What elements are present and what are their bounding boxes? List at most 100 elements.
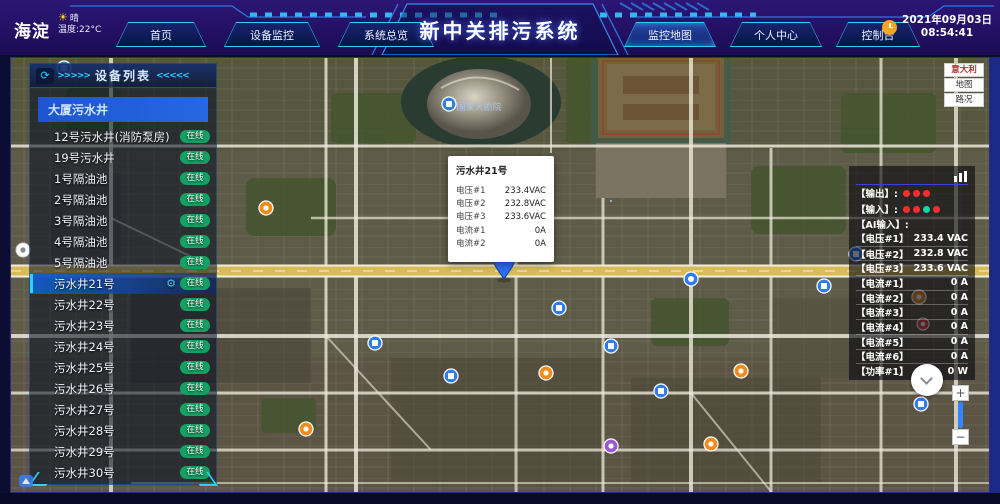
gear-icon[interactable]: ⚙	[166, 277, 176, 290]
device-list-item[interactable]: 3号隔油池 ⚙ 在线	[30, 210, 216, 231]
telemetry-panel: 【输出】:【输入】: 【AI输入】: 【电压#1】 233.4 VAC 【电压#…	[849, 166, 975, 380]
nav-personal-center-button[interactable]: 个人中心	[730, 22, 822, 47]
popup-title: 污水井21号	[456, 163, 546, 177]
status-badge: 在线	[180, 403, 210, 416]
status-badge: 在线	[180, 235, 210, 248]
panel-io-rows: 【输出】:【输入】:	[856, 185, 968, 217]
bottom-bar	[0, 493, 1000, 504]
popup-row-value: 233.6VAC	[505, 211, 546, 224]
map-landmark-label: 国家大剧院	[456, 101, 501, 113]
device-list-title: 设备列表	[95, 67, 151, 84]
telemetry-value: 233.6 VAC	[914, 263, 968, 274]
device-list-panel: >>>>> 设备列表 <<<<< ⟳ 大厦污水井 12号污水井(消防泵房) ⚙ …	[29, 63, 217, 485]
map-provider-logo	[19, 475, 33, 487]
telemetry-value: 0 A	[951, 351, 968, 362]
zoom-in-button[interactable]: +	[952, 385, 969, 401]
device-list-header: >>>>> 设备列表 <<<<<	[30, 64, 216, 88]
status-badge: 在线	[180, 256, 210, 269]
traffic-button[interactable]: 路况	[944, 93, 984, 107]
telemetry-label: 【电流#5】	[856, 335, 909, 349]
telemetry-value: 0 A	[951, 336, 968, 347]
telemetry-row: 【电压#1】 233.4 VAC	[856, 231, 968, 246]
popup-row: 电压#1 233.4VAC	[456, 185, 546, 198]
io-label: 【输入】:	[856, 202, 898, 216]
telemetry-row: 【电流#3】 0 A	[856, 304, 968, 319]
device-list-item[interactable]: 污水井22号 ⚙ 在线	[30, 294, 216, 315]
telemetry-value: 0 A	[951, 277, 968, 288]
status-dot-green	[923, 206, 930, 213]
status-badge: 在线	[180, 445, 210, 458]
status-badge: 在线	[180, 319, 210, 332]
status-dot-red	[923, 190, 930, 197]
device-list-item[interactable]: 2号隔油池 ⚙ 在线	[30, 189, 216, 210]
bar-chart-icon[interactable]	[954, 171, 968, 182]
device-label: 污水井22号	[54, 297, 180, 313]
device-list-item[interactable]: 12号污水井(消防泵房) ⚙ 在线	[30, 126, 216, 147]
telemetry-label: 【电压#3】	[856, 261, 909, 275]
status-badge: 在线	[180, 172, 210, 185]
device-list-item[interactable]: 污水井24号 ⚙ 在线	[30, 336, 216, 357]
popup-row: 电压#3 233.6VAC	[456, 211, 546, 224]
device-list-item[interactable]: 污水井28号 ⚙ 在线	[30, 420, 216, 441]
telemetry-value: 0 W	[948, 366, 968, 377]
telemetry-row: 【电压#3】 233.6 VAC	[856, 260, 968, 275]
popup-row: 电压#2 232.8VAC	[456, 198, 546, 211]
telemetry-row: 【电流#6】 0 A	[856, 349, 968, 364]
device-list-item[interactable]: 污水井26号 ⚙ 在线	[30, 378, 216, 399]
device-label: 污水井26号	[54, 381, 180, 397]
map-type-button[interactable]: 地图	[944, 78, 984, 92]
device-label: 3号隔油池	[54, 213, 180, 229]
telemetry-value: 0 A	[951, 292, 968, 303]
telemetry-value: 0 A	[951, 307, 968, 318]
telemetry-value: 0 A	[951, 321, 968, 332]
io-status-row: 【输出】:	[856, 185, 968, 201]
popup-row-value: 0A	[535, 225, 546, 238]
status-dot-red	[913, 206, 920, 213]
arrows-left-icon: <<<<<	[156, 71, 189, 81]
device-list-item[interactable]: 污水井27号 ⚙ 在线	[30, 399, 216, 420]
popup-row: 电流#2 0A	[456, 238, 546, 251]
status-dot-red	[933, 206, 940, 213]
device-label: 污水井21号	[54, 276, 166, 292]
zoom-out-button[interactable]: −	[952, 429, 969, 445]
device-label: 12号污水井(消防泵房)	[54, 129, 180, 145]
device-group-header[interactable]: 大厦污水井	[38, 97, 208, 122]
refresh-icon[interactable]: ⟳	[36, 68, 54, 84]
collapse-panel-button[interactable]	[911, 364, 943, 396]
device-list-item[interactable]: 污水井29号 ⚙ 在线	[30, 441, 216, 462]
device-label: 污水井29号	[54, 444, 180, 460]
popup-row-label: 电流#2	[456, 238, 486, 251]
device-label: 4号隔油池	[54, 234, 180, 250]
io-status-row: 【输入】:	[856, 201, 968, 217]
telemetry-label: 【功率#1】	[856, 364, 909, 378]
nav-monitor-map-button[interactable]: 监控地图	[624, 22, 716, 47]
device-label: 1号隔油池	[54, 171, 180, 187]
telemetry-label: 【电流#4】	[856, 320, 909, 334]
popup-row: 电流#1 0A	[456, 225, 546, 238]
device-label: 污水井24号	[54, 339, 180, 355]
map-layer-control: 意大利 地图 路况	[944, 63, 984, 108]
telemetry-row: 【电流#2】 0 A	[856, 290, 968, 305]
device-list-item[interactable]: 5号隔油池 ⚙ 在线	[30, 252, 216, 273]
device-list-item[interactable]: 污水井23号 ⚙ 在线	[30, 315, 216, 336]
device-list-item[interactable]: 污水井21号 ⚙ 在线	[30, 273, 216, 294]
device-list-item[interactable]: 1号隔油池 ⚙ 在线	[30, 168, 216, 189]
device-list-item[interactable]: 4号隔油池 ⚙ 在线	[30, 231, 216, 252]
telemetry-value: 232.8 VAC	[914, 248, 968, 259]
status-badge: 在线	[180, 130, 210, 143]
telemetry-row: 【电流#5】 0 A	[856, 334, 968, 349]
status-badge: 在线	[180, 382, 210, 395]
map-container[interactable]: 国家大剧院	[10, 57, 990, 493]
device-list-item[interactable]: 污水井25号 ⚙ 在线	[30, 357, 216, 378]
popup-rows: 电压#1 233.4VAC 电压#2 232.8VAC 电压#3 233.6VA…	[456, 185, 546, 251]
status-badge: 在线	[180, 214, 210, 227]
telemetry-label: 【电流#2】	[856, 291, 909, 305]
device-label: 污水井30号	[54, 465, 180, 481]
device-list-item[interactable]: 19号污水井 ⚙ 在线	[30, 147, 216, 168]
status-dot-red	[913, 190, 920, 197]
map-poi-label: 意大利	[944, 63, 984, 77]
device-label: 19号污水井	[54, 150, 180, 166]
zoom-slider[interactable]	[958, 402, 963, 428]
device-list-item[interactable]: 污水井30号 ⚙ 在线	[30, 462, 216, 483]
device-label: 5号隔油池	[54, 255, 180, 271]
